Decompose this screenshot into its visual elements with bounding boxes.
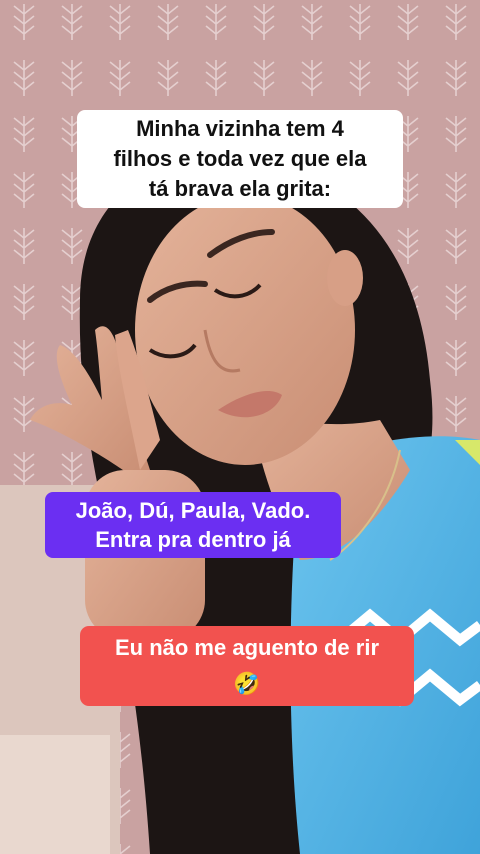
caption-middle: João, Dú, Paula, Vado. Entra pra dentro … — [45, 492, 341, 558]
caption-bottom: Eu não me aguento de rir 🤣 — [80, 626, 414, 706]
caption-top: Minha vizinha tem 4 filhos e toda vez qu… — [77, 110, 403, 208]
